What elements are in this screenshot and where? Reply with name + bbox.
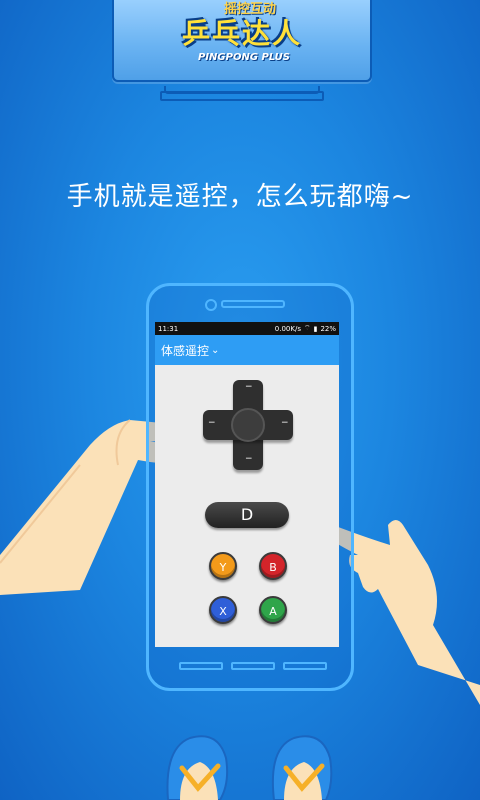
camera-icon [205,299,217,311]
game-subtitle: PINGPONG PLUS [198,52,290,63]
y-button[interactable]: Y [209,552,237,580]
tv-stand [160,91,324,101]
wifi-icon: ⌔ [303,324,311,332]
speaker-icon [221,300,285,308]
chevron-down-icon[interactable]: ⌄ [211,345,219,356]
dpad-left-mark: − [208,418,216,428]
dpad-icon[interactable]: − − − − [203,380,293,470]
dpad-down-mark: − [245,454,253,464]
status-bar: 11:31 0.00K/s ⌔ ▮ 22% [155,322,339,335]
tv-screen: 摇控互动 乒乓达人 PINGPONG PLUS [112,0,372,82]
x-button[interactable]: X [209,596,237,624]
signal-icon: ▮ [313,324,318,333]
a-button[interactable]: A [259,596,287,624]
app-bar: 体感遥控 ⌄ [155,335,339,365]
battery-level: 22% [320,324,336,333]
onboarding-screen: 摇控互动 乒乓达人 PINGPONG PLUS 手机就是遥控，怎么玩都嗨~ 11… [0,0,480,800]
phone-display: 11:31 0.00K/s ⌔ ▮ 22% 体感遥控 ⌄ − − − − D Y… [155,322,339,647]
b-button[interactable]: B [259,552,287,580]
dpad-right-mark: − [281,418,289,428]
tv-illustration: 摇控互动 乒乓达人 PINGPONG PLUS [112,0,372,94]
nav-menu-icon [283,662,327,670]
flip-flops-illustration [166,735,333,800]
status-time: 11:31 [158,324,179,333]
d-button[interactable]: D [205,502,289,528]
status-speed: 0.00K/s [274,324,301,333]
headline-text: 手机就是遥控，怎么玩都嗨~ [66,182,414,212]
dpad-center[interactable] [231,408,265,442]
dpad-up-mark: − [245,382,253,392]
nav-home-icon [231,662,275,670]
mode-title[interactable]: 体感遥控 [161,342,209,359]
game-title: 乒乓达人 [181,17,302,50]
nav-back-icon [179,662,223,670]
